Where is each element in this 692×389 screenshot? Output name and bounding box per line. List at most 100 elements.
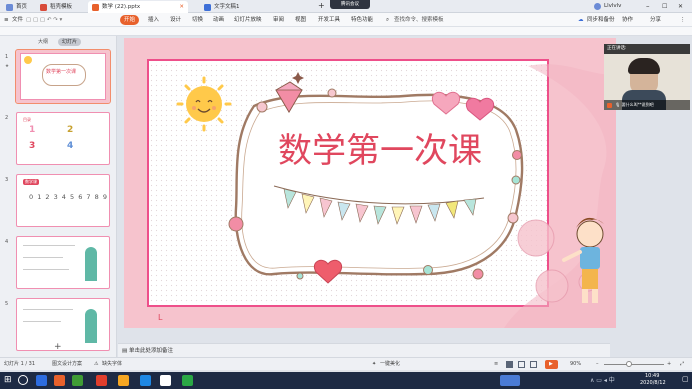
beautify-icon: ✦ [372,361,377,367]
slide-canvas[interactable]: 数学第一次课 L [124,38,616,329]
notes-icon: ▤ [122,348,128,354]
menu-transition[interactable]: 切换 [192,15,203,25]
meeting-badge[interactable]: 腾讯会议 [330,0,370,9]
hamburger-icon[interactable]: ≡ [4,15,9,25]
taskbar-app-icon[interactable] [118,375,129,386]
clock-time[interactable]: 10:49 [645,373,659,380]
taskbar-app-icon[interactable] [182,375,193,386]
tab-label: 文字文稿1 [214,4,240,10]
slide-thumbnail-2[interactable]: 目录 1 2 3 4 [16,112,110,165]
clock-date[interactable]: 2020/8/12 [640,380,666,387]
tab-home[interactable]: 首页 [2,1,34,13]
frame-dot-mint [296,272,304,280]
fit-icon[interactable]: ⤢ [680,358,684,371]
speaker-name: 要什么叫**说到吧 [621,102,654,107]
video-caption-bar: 🎙 要什么叫**说到吧 [604,100,690,110]
search-icon[interactable]: ⌕ [386,15,389,25]
thumb-num-3: 3 [29,141,36,151]
notes-pane[interactable]: ▤ 单击此处添加备注 [118,343,610,357]
home-icon [6,4,13,11]
taskbar-app-icon[interactable] [140,375,151,386]
normal-view-icon[interactable] [506,361,513,368]
ribbon-strip [0,27,692,36]
sorter-view-icon[interactable] [518,361,525,368]
taskbar-app-icon[interactable] [500,375,520,386]
reading-view-icon[interactable] [530,361,537,368]
tray-icons[interactable]: ∧ ▭ ◂ 中 [590,375,615,384]
more-icon[interactable]: ⋮ [680,15,686,25]
tab-pptx[interactable]: 数学 (22).pptx ✕ [88,1,188,13]
menu-file[interactable]: 文件 [12,15,23,25]
taskbar-app-icon[interactable] [54,375,65,386]
collab-button[interactable]: 协作 [622,15,633,25]
search-commands[interactable]: 查找命令、搜索模板 [394,15,444,25]
sun-icon [24,56,32,64]
menu-animation[interactable]: 动画 [213,15,224,25]
status-bar: 幻灯片 1 / 31 图文设计方案 ⚠ 缺失字体 ✦ 一键美化 ≡ ▶ 90% … [0,357,692,370]
cloud-icon[interactable]: ☁ [578,15,584,25]
menu-review[interactable]: 审阅 [273,15,284,25]
comment-icon[interactable]: ≡ [494,358,498,371]
zoom-slider[interactable] [604,364,664,365]
mic-icon: 🎙 [615,102,621,107]
tab-label: 数学 (22).pptx [102,4,141,10]
menu-view[interactable]: 视图 [295,15,306,25]
taskbar-app-icon[interactable] [160,375,171,386]
frame-dot [327,88,337,98]
zoom-thumb[interactable] [626,361,632,367]
missing-font[interactable]: 缺失字体 [102,358,122,371]
thumb-line [23,309,73,310]
close-icon[interactable]: ✕ [179,1,184,13]
meeting-video-panel[interactable]: 正在讲话: 🎙 要什么叫**说到吧 [604,44,690,110]
windows-start-icon[interactable]: ⊞ [4,375,12,385]
new-tab-icon[interactable]: + [318,0,325,12]
slide-thumbnail-panel: 大纲 幻灯片 1 ★ 数学第一次课 2 目录 1 2 3 4 3 数学课 0 1… [0,36,117,357]
maximize-icon[interactable]: ☐ [662,0,667,13]
cortana-icon[interactable] [18,375,28,385]
add-slide-icon[interactable]: + [54,342,62,352]
slide-thumbnail-1[interactable]: 数学第一次课 [15,49,111,104]
taskbar-app-icon[interactable] [96,375,107,386]
slide-thumbnail-3[interactable]: 数学课 0 1 2 3 4 5 6 7 8 9 [16,174,110,227]
toolbar-icons[interactable]: ▢ ▢ ▢ ↶ ↷ ▾ [26,15,62,25]
star-icon: ★ [5,64,10,69]
thumb-line [23,257,63,258]
slide-number: 2 [5,115,9,121]
tab-outline[interactable]: 大纲 [34,38,52,46]
user-name[interactable]: Llvlvlv [604,0,621,13]
share-button[interactable]: 分享 [650,15,661,25]
tab-writer[interactable]: 文字文稿1 [200,1,308,13]
menu-slideshow[interactable]: 幻灯片放映 [234,15,262,25]
thumb-line [23,321,61,322]
tab-slides[interactable]: 幻灯片 [58,38,82,46]
menu-start[interactable]: 开始 [120,15,140,25]
minimize-icon[interactable]: – [646,0,650,12]
person-hair [628,58,660,74]
menu-devtools[interactable]: 开发工具 [318,15,340,25]
pink-mark: L [158,313,163,322]
sync-button[interactable]: 同步和备份 [587,15,615,25]
slide-artwork: 数学第一次课 L [147,59,616,329]
docer-icon [40,4,47,11]
avatar[interactable] [594,3,601,10]
menu-insert[interactable]: 插入 [148,15,159,25]
frame-dot-mint [423,265,433,275]
theme-name[interactable]: 图文设计方案 [52,358,82,371]
thumb-num-1: 1 [29,125,36,135]
zoom-level[interactable]: 90% [570,358,581,371]
notification-icon[interactable]: ▢ [682,375,689,383]
taskbar-app-icon[interactable] [36,375,47,386]
window-close-icon[interactable]: ✕ [678,0,683,13]
menu-bar: ≡ 文件 ▢ ▢ ▢ ↶ ↷ ▾ 开始 插入 设计 切换 动画 幻灯片放映 审阅… [0,13,692,27]
beautify-button[interactable]: 一键美化 [380,358,400,371]
taskbar-app-icon[interactable] [72,375,83,386]
menu-features[interactable]: 特色功能 [351,15,373,25]
menu-design[interactable]: 设计 [170,15,181,25]
zoom-out-icon[interactable]: – [596,358,599,371]
slide-thumbnail-5[interactable] [16,298,110,351]
tab-docer[interactable]: 稻壳模板 [36,1,84,13]
slide-thumbnail-4[interactable] [16,236,110,289]
zoom-in-icon[interactable]: + [667,358,671,371]
frame-dot-mint [511,175,521,185]
frame-dot [256,101,268,113]
